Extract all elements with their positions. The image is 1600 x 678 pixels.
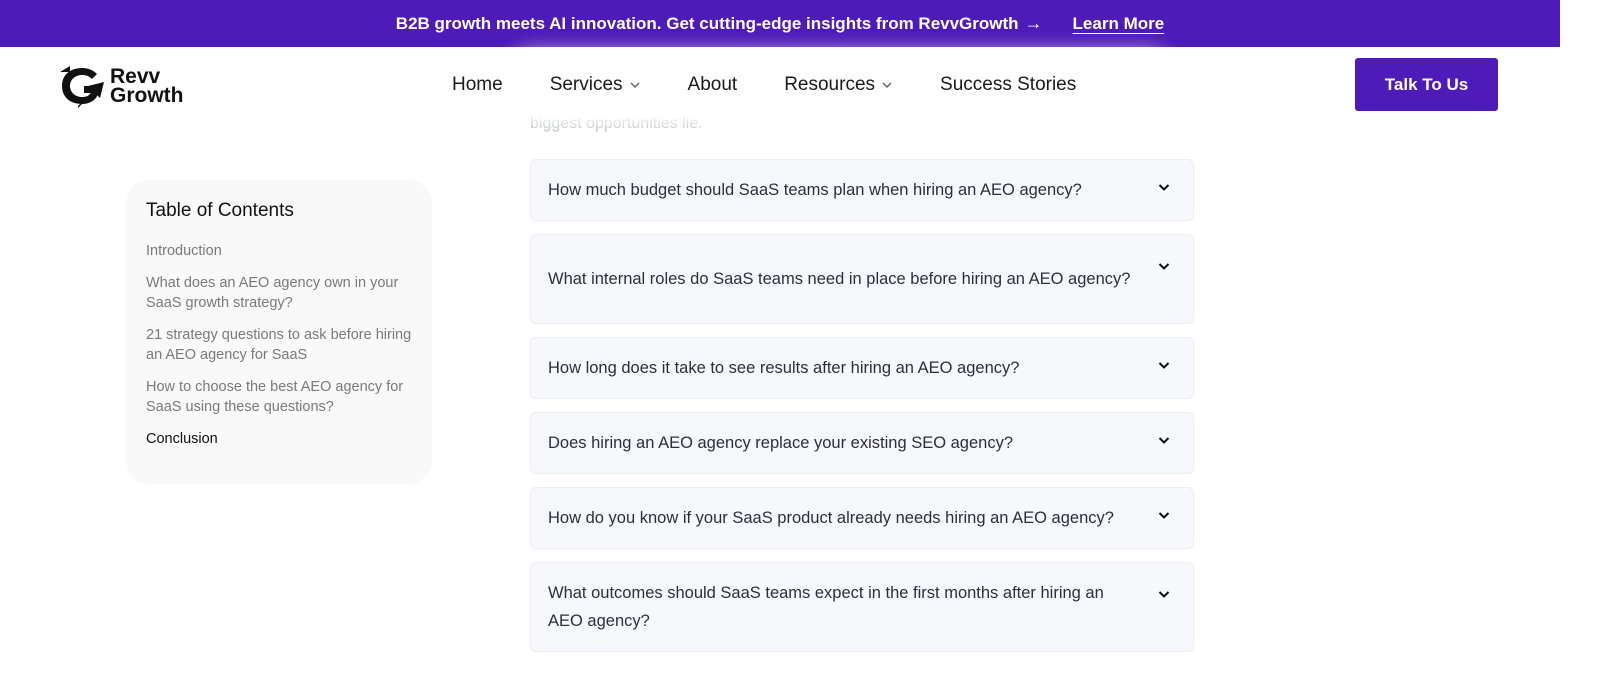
chevron-down-icon: [1158, 512, 1170, 519]
faq-question: What outcomes should SaaS teams expect i…: [548, 584, 1104, 630]
nav-label: Home: [452, 74, 503, 95]
faq-question: How much budget should SaaS teams plan w…: [548, 181, 1082, 199]
main-nav: Home Services About Resources Success St…: [452, 63, 1076, 107]
nav-item-resources[interactable]: Resources: [784, 74, 893, 96]
logo-mark-icon: [60, 66, 104, 108]
toc-item-what-does-aeo-agency-own[interactable]: What does an AEO agency own in your SaaS…: [146, 273, 416, 314]
toc-title: Table of Contents: [146, 200, 294, 221]
toc-item-conclusion[interactable]: Conclusion: [146, 429, 416, 450]
toc-item-21-strategy-questions[interactable]: 21 strategy questions to ask before hiri…: [146, 325, 416, 366]
faq-item[interactable]: What outcomes should SaaS teams expect i…: [530, 562, 1194, 652]
arrow-right-icon: →: [1024, 13, 1043, 33]
nav-label: Resources: [784, 74, 876, 95]
nav-item-about[interactable]: About: [688, 74, 738, 96]
chevron-down-icon: [1158, 184, 1170, 191]
logo[interactable]: Revv Growth: [60, 63, 190, 109]
logo-word-2: Growth: [110, 84, 184, 107]
promo-text: B2B growth meets AI innovation. Get cutt…: [395, 13, 1019, 33]
nav-item-success-stories[interactable]: Success Stories: [940, 74, 1076, 96]
chevron-down-icon: [1158, 362, 1170, 369]
faq-item[interactable]: How much budget should SaaS teams plan w…: [530, 159, 1194, 221]
chevron-down-icon: [630, 82, 640, 89]
nav-item-home[interactable]: Home: [452, 74, 503, 96]
learn-more-link[interactable]: Learn More: [1073, 14, 1165, 34]
toc-item-introduction[interactable]: Introduction: [146, 241, 416, 262]
faq-question: What internal roles do SaaS teams need i…: [548, 270, 1131, 288]
faq-item[interactable]: What internal roles do SaaS teams need i…: [530, 234, 1194, 324]
table-of-contents: Table of Contents Introduction What does…: [126, 180, 432, 484]
faq-question: Does hiring an AEO agency replace your e…: [548, 434, 1014, 452]
nav-label: Success Stories: [940, 74, 1077, 95]
talk-to-us-button[interactable]: Talk To Us: [1355, 58, 1498, 111]
faq-item[interactable]: How do you know if your SaaS product alr…: [530, 487, 1194, 549]
nav-item-services[interactable]: Services: [550, 74, 641, 96]
nav-label: Services: [549, 74, 623, 95]
faq-question: How do you know if your SaaS product alr…: [548, 509, 1114, 527]
toc-item-how-to-choose[interactable]: How to choose the best AEO agency for Sa…: [146, 377, 416, 418]
nav-label: About: [687, 74, 738, 95]
promo-bar: B2B growth meets AI innovation. Get cutt…: [0, 0, 1560, 47]
faq-question: How long does it take to see results aft…: [548, 359, 1020, 377]
faq-item[interactable]: Does hiring an AEO agency replace your e…: [530, 412, 1194, 474]
promo-text-wrap: B2B growth meets AI innovation. Get cutt…: [396, 13, 1043, 34]
chevron-down-icon: [1158, 591, 1170, 598]
chevron-down-icon: [1158, 263, 1170, 270]
faq-item[interactable]: How long does it take to see results aft…: [530, 337, 1194, 399]
chevron-down-icon: [882, 82, 892, 89]
logo-wordmark: Revv Growth: [110, 66, 184, 107]
chevron-down-icon: [1158, 437, 1170, 444]
